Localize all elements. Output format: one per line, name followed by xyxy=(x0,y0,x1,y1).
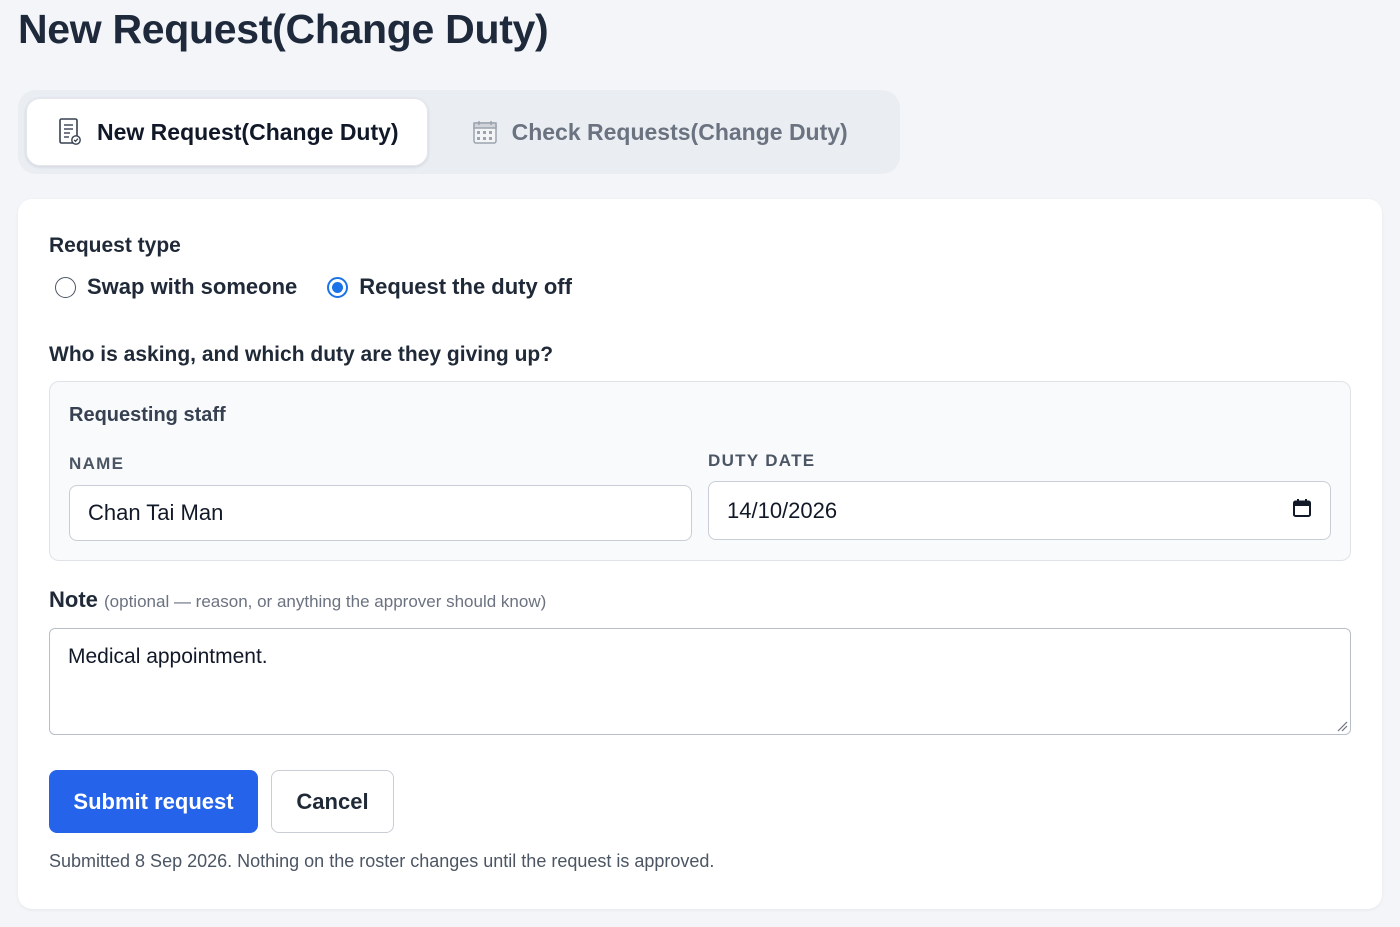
duty-date-input[interactable]: 14/10/2026 xyxy=(708,481,1331,540)
tab-new-request[interactable]: New Request(Change Duty) xyxy=(26,98,428,166)
tab-check-requests[interactable]: Check Requests(Change Duty) xyxy=(442,98,876,166)
resize-grip-icon[interactable] xyxy=(1336,720,1348,732)
page-title: New Request(Change Duty) xyxy=(18,6,549,52)
note-hint: (optional — reason, or anything the appr… xyxy=(104,592,547,611)
duty-date-value: 14/10/2026 xyxy=(727,497,838,523)
submit-request-button[interactable]: Submit request xyxy=(49,770,258,833)
duty-date-label: DUTY DATE xyxy=(708,451,816,470)
note-label-text: Note xyxy=(49,587,98,612)
tab-bar: New Request(Change Duty) Check Requests(… xyxy=(18,90,900,174)
radio-swap-indicator[interactable] xyxy=(55,276,76,298)
note-value: Medical appointment. xyxy=(68,645,268,668)
tab-label: Check Requests(Change Duty) xyxy=(511,118,848,145)
staff-question: Who is asking, and which duty are they g… xyxy=(49,343,554,366)
radio-request-duty-off[interactable]: Request the duty off xyxy=(327,274,572,300)
radio-swap-with-someone[interactable]: Swap with someone xyxy=(55,274,297,300)
requesting-staff-panel: Requesting staff NAME Chan Tai Man DUTY … xyxy=(49,381,1351,561)
name-label: NAME xyxy=(69,454,125,473)
staff-heading: Requesting staff xyxy=(69,404,226,426)
calendar-picker-icon[interactable] xyxy=(1292,498,1312,524)
note-label: Note (optional — reason, or anything the… xyxy=(49,587,546,613)
submission-footnote: Submitted 8 Sep 2026. Nothing on the ros… xyxy=(49,851,715,871)
radio-duty-off-indicator[interactable] xyxy=(327,276,349,298)
radio-label: Request the duty off xyxy=(359,274,572,299)
tab-label: New Request(Change Duty) xyxy=(97,118,399,145)
cancel-button[interactable]: Cancel xyxy=(271,770,394,833)
request-type-label: Request type xyxy=(49,234,181,257)
name-input[interactable]: Chan Tai Man xyxy=(69,485,692,541)
radio-label: Swap with someone xyxy=(87,274,298,299)
note-textarea[interactable]: Medical appointment. xyxy=(49,628,1351,735)
document-pen-icon xyxy=(57,117,83,147)
name-value: Chan Tai Man xyxy=(88,500,224,525)
request-form-card: Request type Swap with someone Request t… xyxy=(18,199,1382,909)
calendar-icon xyxy=(472,119,498,145)
request-type-radio-group: Swap with someone Request the duty off xyxy=(55,274,572,300)
